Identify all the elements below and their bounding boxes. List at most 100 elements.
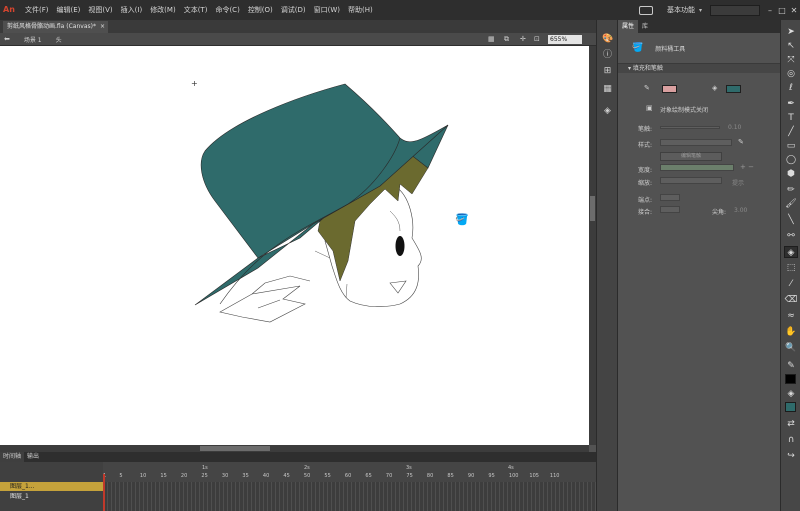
layer-row[interactable]: 图层_1... xyxy=(0,482,103,491)
stroke-color-chip[interactable] xyxy=(785,374,796,384)
menu-file[interactable]: 文件(F) xyxy=(25,5,49,15)
minimize-button[interactable]: – xyxy=(764,6,776,15)
frame-tick-label: 35 xyxy=(242,473,249,479)
menu-insert[interactable]: 插入(I) xyxy=(121,5,143,15)
fill-color-icon: ◈ xyxy=(787,389,795,399)
paint-bucket-tool-icon[interactable]: ◈ xyxy=(784,246,798,258)
style-select[interactable] xyxy=(660,139,732,146)
menu-help[interactable]: 帮助(H) xyxy=(348,5,373,15)
tab-library[interactable]: 库 xyxy=(638,20,652,33)
chevron-down-icon[interactable]: ▾ xyxy=(699,7,702,14)
layer-row[interactable]: 图层_1 xyxy=(0,492,103,501)
edit-scene-icon[interactable]: ▦ xyxy=(488,35,495,43)
clip-content-icon[interactable]: ⊡ xyxy=(534,35,540,43)
stroke-value[interactable]: 0.10 xyxy=(728,124,741,131)
menu-commands[interactable]: 命令(C) xyxy=(215,5,239,15)
snap-to-objects-icon[interactable]: ∩ xyxy=(784,434,798,446)
edit-style-icon[interactable]: ✎ xyxy=(738,138,744,146)
frame-grid[interactable] xyxy=(103,482,596,511)
menu-debug[interactable]: 调试(D) xyxy=(281,5,306,15)
width-profile-select[interactable] xyxy=(660,164,734,171)
second-marker: 1s xyxy=(202,465,208,471)
bone-tool-icon[interactable]: ⚯ xyxy=(784,230,798,242)
color-panel-icon[interactable]: 🎨 xyxy=(602,34,613,45)
edit-symbols-icon[interactable]: ⧉ xyxy=(504,35,509,44)
stage-vertical-scrollbar[interactable] xyxy=(589,46,596,445)
tab-properties[interactable]: 属性 xyxy=(618,20,639,33)
eyedropper-tool-icon[interactable]: ⁄ xyxy=(784,278,798,290)
scale-label: 缩放: xyxy=(638,180,653,187)
polystar-tool-icon[interactable]: ⬢ xyxy=(784,168,798,180)
menu-control[interactable]: 控制(O) xyxy=(248,5,273,15)
vertical-scroll-thumb[interactable] xyxy=(590,196,595,221)
pen-tool-icon[interactable]: ✒ xyxy=(784,98,798,110)
menu-edit[interactable]: 编辑(E) xyxy=(57,5,81,15)
ink-bottle-tool-icon[interactable]: ⬚ xyxy=(784,262,798,274)
brush-tool-icon[interactable]: 🖌 xyxy=(784,198,798,210)
paint-brush-tool-icon[interactable]: ╲ xyxy=(784,214,798,226)
info-icon[interactable]: ⓘ xyxy=(602,50,613,61)
frame-tick-label: 95 xyxy=(488,473,495,479)
fill-color-swatch[interactable] xyxy=(726,85,741,93)
stroke-color-swatch[interactable] xyxy=(662,85,677,93)
help-search-input[interactable] xyxy=(710,4,760,16)
playhead[interactable] xyxy=(103,474,105,511)
free-transform-tool-icon[interactable]: ⤧ xyxy=(784,54,798,66)
close-window-button[interactable]: ✕ xyxy=(788,6,800,15)
scale-select[interactable] xyxy=(660,177,722,184)
fill-color-chip[interactable] xyxy=(785,402,796,412)
sync-settings-icon[interactable] xyxy=(638,5,653,15)
symbol-breadcrumb[interactable]: 头 xyxy=(56,35,62,44)
object-draw-icon[interactable]: ▣ xyxy=(646,104,653,112)
3d-rotation-tool-icon[interactable]: ◎ xyxy=(784,68,798,80)
back-arrow-icon[interactable]: ⬅ xyxy=(4,35,10,43)
text-tool-icon[interactable]: T xyxy=(784,112,798,124)
selection-tool-icon[interactable]: ➤ xyxy=(784,26,798,38)
align-icon[interactable]: ⊞ xyxy=(602,66,613,77)
edit-stroke-button[interactable]: 编辑笔触 xyxy=(660,152,722,161)
hint-checkbox-label[interactable]: 提示 xyxy=(732,178,744,187)
stroke-slider[interactable] xyxy=(660,126,720,129)
pencil-tool-icon[interactable]: ✏ xyxy=(784,184,798,196)
stage[interactable]: + 🪣 xyxy=(0,46,589,445)
stage-horizontal-scrollbar[interactable] xyxy=(0,445,589,452)
smooth-icon[interactable]: ↪ xyxy=(784,450,798,462)
add-width-icon[interactable]: + − xyxy=(740,163,754,171)
tab-output[interactable]: 输出 xyxy=(24,452,42,462)
close-tab-icon[interactable]: × xyxy=(100,21,105,33)
character-artwork[interactable]: 🪣 xyxy=(0,46,589,445)
miter-value[interactable]: 3.00 xyxy=(734,207,747,214)
tab-timeline[interactable]: 时间轴 xyxy=(0,452,25,462)
document-tabs: 剪纸风格骨骼动画.fla (Canvas)* × xyxy=(0,20,596,33)
menu-modify[interactable]: 修改(M) xyxy=(150,5,176,15)
zoom-select[interactable]: 655% xyxy=(548,35,582,44)
frame-tick-label: 20 xyxy=(180,473,188,479)
maximize-button[interactable]: □ xyxy=(776,6,788,15)
cap-select[interactable] xyxy=(660,194,680,201)
document-tab[interactable]: 剪纸风格骨骼动画.fla (Canvas)* × xyxy=(3,21,108,33)
lasso-tool-icon[interactable]: ℓ xyxy=(784,82,798,94)
swap-colors-icon[interactable]: ⇄ xyxy=(784,418,798,430)
hand-tool-icon[interactable]: ✋ xyxy=(784,326,798,338)
center-stage-icon[interactable]: ✛ xyxy=(520,35,526,43)
width-tool-icon[interactable]: ≈ xyxy=(784,310,798,322)
oval-tool-icon[interactable]: ◯ xyxy=(784,154,798,166)
scene-label[interactable]: 场景 1 xyxy=(24,35,42,44)
frame-tick-label: 75 xyxy=(406,473,413,479)
menu-view[interactable]: 视图(V) xyxy=(88,5,112,15)
subselection-tool-icon[interactable]: ↖ xyxy=(784,40,798,52)
workspace-switcher[interactable]: 基本功能 xyxy=(667,5,695,15)
horizontal-scroll-thumb[interactable] xyxy=(200,446,270,451)
section-fill-stroke[interactable]: ▾ 填充和笔触 xyxy=(618,63,780,73)
current-tool: 🪣 颜料桶工具 xyxy=(618,33,780,63)
menu-window[interactable]: 窗口(W) xyxy=(314,5,340,15)
join-select[interactable] xyxy=(660,206,680,213)
zoom-tool-icon[interactable]: 🔍 xyxy=(784,342,798,354)
rectangle-tool-icon[interactable]: ▭ xyxy=(784,140,798,152)
eraser-tool-icon[interactable]: ⌫ xyxy=(784,294,798,306)
line-tool-icon[interactable]: ╱ xyxy=(784,126,798,138)
motion-presets-icon[interactable]: ◈ xyxy=(602,106,613,117)
swatches-icon[interactable]: ▦ xyxy=(602,84,613,95)
fill-bucket-icon: ◈ xyxy=(712,84,718,92)
menu-text[interactable]: 文本(T) xyxy=(184,5,208,15)
